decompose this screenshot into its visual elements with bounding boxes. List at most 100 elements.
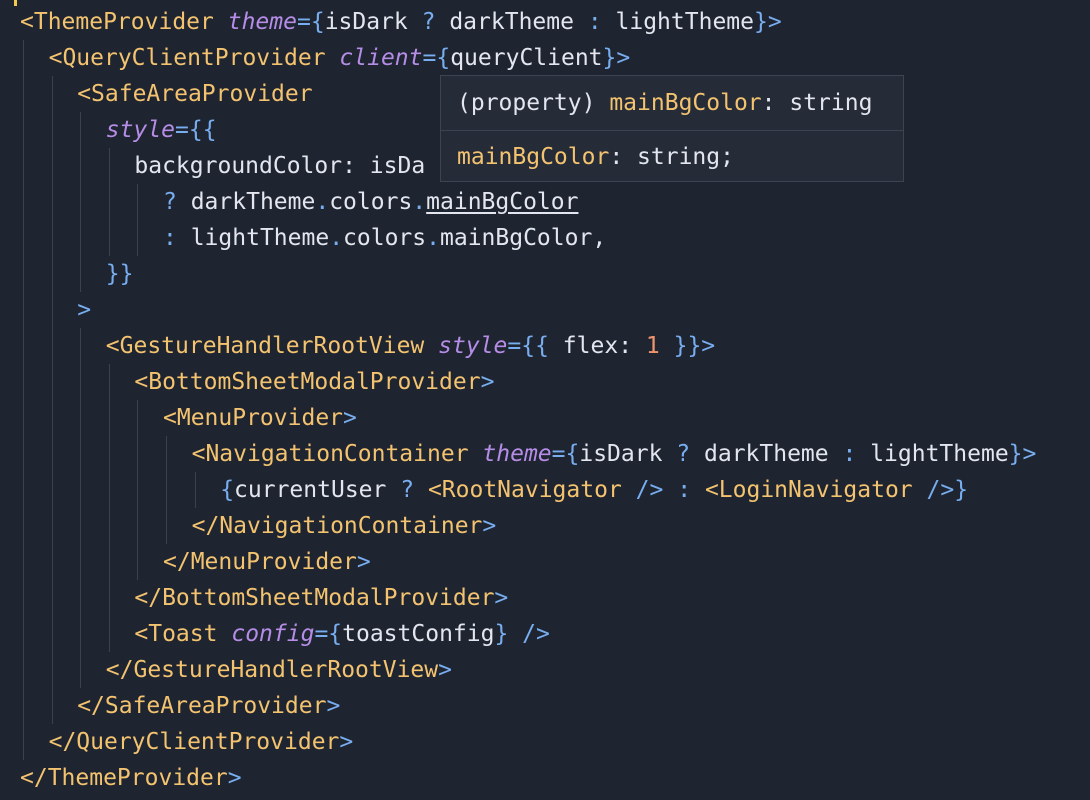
indent-guide — [108, 580, 110, 616]
indent-guide — [51, 364, 53, 400]
code-tag: <GestureHandlerRootView — [105, 333, 425, 359]
indent-guide — [166, 472, 167, 508]
code-punctuation: > — [343, 405, 357, 431]
indent-guide — [166, 436, 167, 472]
tooltip-signature: (property) mainBgColor: string — [457, 86, 872, 120]
code-line[interactable]: </SafeAreaProvider> — [0, 688, 1090, 724]
code-punctuation: }}> — [659, 333, 716, 359]
code-tag: </NavigationContainer — [191, 513, 483, 539]
indent-guide — [51, 400, 53, 436]
code-line[interactable]: <Toast config={toastConfig} /> — [0, 616, 1090, 652]
indent-guide — [137, 220, 139, 256]
code-line-text: </NavigationContainer> — [192, 508, 497, 544]
code-line-text: <GestureHandlerRootView style={{ flex: 1… — [106, 328, 715, 364]
code-line[interactable]: </QueryClientProvider> — [0, 724, 1090, 760]
indent-guide — [108, 436, 110, 472]
code-punctuation: ={ — [296, 9, 325, 35]
code-line[interactable]: : lightTheme.colors.mainBgColor, — [0, 220, 1090, 256]
code-hovered-symbol: mainBgColor — [426, 189, 579, 215]
code-tag: </MenuProvider — [163, 549, 357, 575]
code-line[interactable]: }} — [0, 256, 1090, 292]
code-line[interactable]: {currentUser ? <RootNavigator /> : <Logi… — [0, 472, 1090, 508]
indent-guide — [23, 472, 24, 508]
code-operator: . — [315, 189, 330, 215]
indent-guide — [51, 76, 53, 112]
code-line[interactable]: </MenuProvider> — [0, 544, 1090, 580]
code-operator: : — [677, 477, 692, 503]
code-identifier: mainBgColor, — [440, 225, 607, 251]
code-punctuation: > — [438, 657, 452, 683]
indent-guide — [80, 328, 82, 364]
code-line[interactable]: <NavigationContainer theme={isDark ? dar… — [0, 436, 1090, 472]
indent-guide — [23, 292, 24, 328]
code-punctuation: > — [494, 585, 509, 611]
code-punctuation: /> — [621, 477, 664, 503]
code-line-text: </GestureHandlerRootView> — [106, 652, 452, 688]
code-line-text: <QueryClientProvider client={queryClient… — [49, 40, 631, 76]
code-punctuation: > — [339, 729, 354, 755]
indent-guide — [80, 220, 82, 256]
code-line[interactable]: </NavigationContainer> — [0, 508, 1090, 544]
indent-guide — [108, 508, 110, 544]
code-punctuation: > — [356, 549, 371, 575]
indent-guide — [23, 364, 24, 400]
code-line-text: </SafeAreaProvider> — [77, 688, 340, 724]
code-editor[interactable]: <ThemeProvider theme={isDark ? darkTheme… — [0, 0, 1090, 800]
code-identifier: isDark — [324, 9, 422, 35]
code-tag: <SafeAreaProvider — [77, 81, 313, 107]
code-punctuation: }> — [1008, 441, 1037, 467]
code-operator: ? — [163, 189, 177, 215]
code-punctuation: ={ — [551, 441, 580, 467]
code-line[interactable]: <QueryClientProvider client={queryClient… — [0, 40, 1090, 76]
code-operator: . — [426, 225, 440, 251]
code-attribute: theme — [482, 441, 552, 467]
code-identifier: colors — [329, 189, 413, 215]
code-line-text: <BottomSheetModalProvider> — [134, 364, 494, 400]
indent-guide — [23, 40, 24, 76]
code-line[interactable]: > — [0, 292, 1090, 328]
indent-guide — [108, 472, 110, 508]
indent-guide — [80, 148, 82, 184]
code-line[interactable]: </ThemeProvider> — [0, 760, 1090, 796]
indent-guide — [23, 328, 24, 364]
code-line[interactable]: <BottomSheetModalProvider> — [0, 364, 1090, 400]
indent-guide — [51, 472, 53, 508]
indent-guide — [108, 544, 110, 580]
code-operator: . — [412, 189, 427, 215]
code-line-text: <Toast config={toastConfig} /> — [134, 616, 549, 652]
code-line-text: </MenuProvider> — [163, 544, 371, 580]
indent-guide — [51, 112, 53, 148]
code-identifier: isDark — [579, 441, 677, 467]
code-punctuation: /> — [508, 621, 550, 647]
indent-guide — [137, 472, 139, 508]
code-line-text: > — [77, 292, 91, 328]
code-tag: </GestureHandlerRootView — [105, 657, 439, 683]
code-line[interactable]: <ThemeProvider theme={isDark ? darkTheme… — [0, 4, 1090, 40]
code-line[interactable]: </GestureHandlerRootView> — [0, 652, 1090, 688]
code-punctuation: ={ — [314, 621, 343, 647]
tooltip-signature-prefix: (property) — [457, 90, 610, 116]
code-line-text: ? darkTheme.colors.mainBgColor — [163, 184, 578, 220]
code-attribute: config — [231, 621, 315, 647]
code-line[interactable]: ? darkTheme.colors.mainBgColor — [0, 184, 1090, 220]
code-line[interactable]: <MenuProvider> — [0, 400, 1090, 436]
indent-guide — [23, 112, 24, 148]
code-operator: : — [163, 225, 177, 251]
indent-guide — [23, 400, 24, 436]
code-tag: <ThemeProvider — [20, 9, 214, 35]
hover-tooltip: (property) mainBgColor: string mainBgCol… — [440, 75, 904, 182]
indent-guide — [23, 508, 24, 544]
code-punctuation: > — [77, 297, 92, 323]
indent-guide — [23, 256, 24, 292]
indent-guide — [23, 544, 24, 580]
code-line[interactable]: </BottomSheetModalProvider> — [0, 580, 1090, 616]
code-line-text: <MenuProvider> — [163, 400, 357, 436]
code-line[interactable]: <GestureHandlerRootView style={{ flex: 1… — [0, 328, 1090, 364]
code-tag: <NavigationContainer — [191, 441, 469, 467]
indent-guide — [80, 400, 82, 436]
code-line-text: </QueryClientProvider> — [49, 724, 354, 760]
code-operator: : — [842, 441, 857, 467]
code-operator: . — [329, 225, 344, 251]
